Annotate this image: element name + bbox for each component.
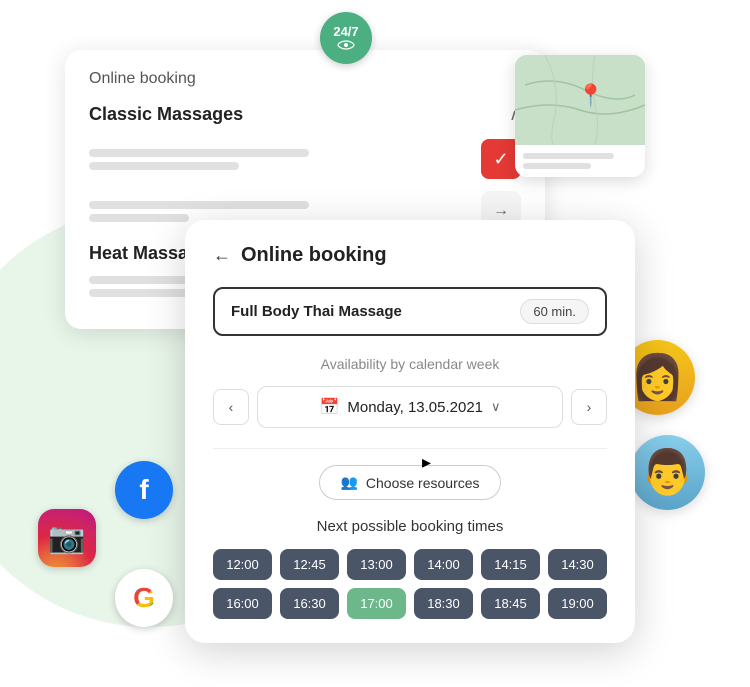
divider — [213, 448, 607, 449]
selected-date: Monday, 13.05.2021 — [347, 399, 483, 416]
time-slot-1430[interactable]: 14:30 — [548, 549, 607, 580]
modal-header: ← Online booking — [213, 244, 607, 267]
choose-resources-button[interactable]: 👥 Choose resources — [319, 465, 500, 500]
chevron-down-icon: ∨ — [491, 399, 501, 415]
badge-247-text: 24/7 — [333, 25, 358, 38]
facebook-icon[interactable]: f — [115, 461, 173, 519]
people-icon: 👥 — [340, 474, 357, 491]
line-2a — [89, 201, 309, 209]
time-slot-1200[interactable]: 12:00 — [213, 549, 272, 580]
woman-face-icon: 👩 — [630, 356, 685, 400]
back-card-title: Online booking — [89, 70, 521, 88]
map-pin-icon: 📍 — [577, 83, 604, 109]
booking-modal: ← Online booking Full Body Thai Massage … — [185, 220, 635, 643]
next-booking-label: Next possible booking times — [213, 518, 607, 535]
map-line-1 — [523, 153, 614, 159]
modal-title: Online booking — [241, 244, 387, 267]
google-label: G — [133, 582, 155, 614]
prev-week-button[interactable]: ‹ — [213, 389, 249, 425]
availability-label: Availability by calendar week — [213, 356, 607, 372]
instagram-label: 📷 — [48, 521, 85, 556]
time-grid: 12:00 12:45 13:00 14:00 14:15 14:30 16:0… — [213, 549, 607, 619]
time-slot-1300[interactable]: 13:00 — [347, 549, 406, 580]
avatar-man: 👨 — [630, 435, 705, 510]
service-row: Full Body Thai Massage 60 min. — [213, 287, 607, 336]
google-icon[interactable]: G — [115, 569, 173, 627]
time-slot-1830[interactable]: 18:30 — [414, 588, 473, 619]
item-text-1 — [89, 149, 481, 170]
massage-item-1: ✓ — [89, 139, 521, 179]
time-slot-1400[interactable]: 14:00 — [414, 549, 473, 580]
back-arrow-icon[interactable]: ← — [213, 245, 231, 266]
badge-247-subtitle — [337, 40, 355, 52]
choose-resources-label: Choose resources — [366, 475, 480, 491]
time-slot-1415[interactable]: 14:15 — [481, 549, 540, 580]
classic-massages-header: Classic Massages ∧ — [89, 104, 521, 125]
next-week-button[interactable]: › — [571, 389, 607, 425]
time-slot-1600[interactable]: 16:00 — [213, 588, 272, 619]
classic-massages-title: Classic Massages — [89, 104, 243, 125]
time-slot-1630[interactable]: 16:30 — [280, 588, 339, 619]
time-slot-1900[interactable]: 19:00 — [548, 588, 607, 619]
item-text-2 — [89, 201, 481, 222]
time-slot-1700[interactable]: 17:00 — [347, 588, 406, 619]
line-2b — [89, 214, 189, 222]
time-slot-1845[interactable]: 18:45 — [481, 588, 540, 619]
instagram-icon[interactable]: 📷 — [38, 509, 96, 567]
line-1b — [89, 162, 239, 170]
service-name: Full Body Thai Massage — [231, 303, 402, 320]
map-line-2 — [523, 163, 591, 169]
line-1a — [89, 149, 309, 157]
man-face-icon: 👨 — [640, 451, 695, 495]
map-visual: 📍 — [515, 55, 645, 145]
facebook-label: f — [139, 474, 148, 506]
service-duration: 60 min. — [520, 299, 589, 324]
date-picker[interactable]: 📅 Monday, 13.05.2021 ∨ — [257, 386, 563, 428]
badge-247: 24/7 — [320, 12, 372, 64]
heat-line-1b — [89, 289, 189, 297]
date-nav: ‹ 📅 Monday, 13.05.2021 ∨ › — [213, 386, 607, 428]
calendar-icon: 📅 — [319, 397, 339, 417]
time-slot-1245[interactable]: 12:45 — [280, 549, 339, 580]
map-text-area — [515, 145, 645, 177]
map-card: 📍 — [515, 55, 645, 177]
